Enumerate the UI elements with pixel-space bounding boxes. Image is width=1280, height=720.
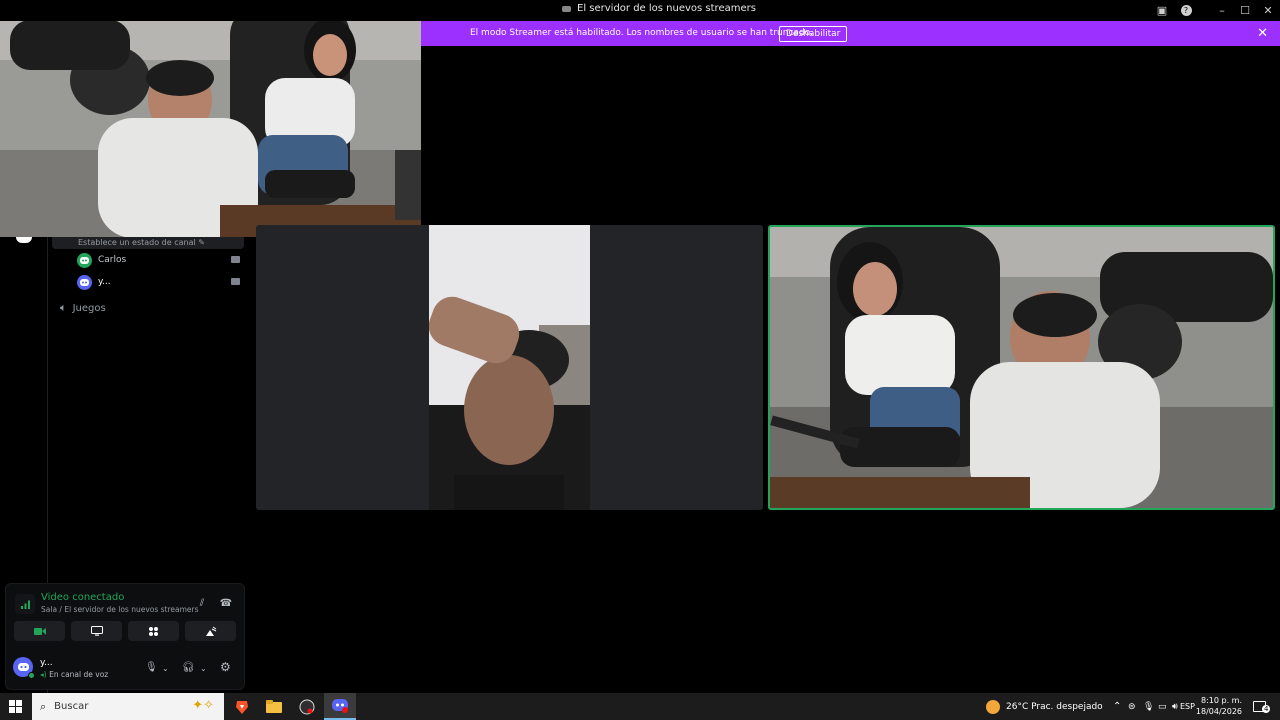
video-camera-icon xyxy=(33,627,46,635)
popout-video-stream[interactable] xyxy=(0,0,421,237)
video-tile-stream-speaking[interactable] xyxy=(768,225,1275,510)
chevron-down-icon[interactable]: ⌄ xyxy=(200,664,207,673)
member-name: y... xyxy=(98,277,111,287)
online-status-dot xyxy=(28,672,35,679)
inbox-icon[interactable]: ▣ xyxy=(1150,0,1174,21)
noise-suppression-icon[interactable]: ⫽ xyxy=(194,596,210,610)
clock-time: 8:10 p. m. xyxy=(1200,696,1242,705)
windows-taskbar: ⌕ Buscar ✦✧ 26°C Prac. despejado ⌃ ⊜ 🎙︎ … xyxy=(0,693,1280,720)
stream-frame xyxy=(770,227,1273,508)
camera-icon xyxy=(231,278,240,285)
maximize-button[interactable]: ☐ xyxy=(1233,0,1257,21)
discord-taskbar-icon[interactable] xyxy=(324,693,356,720)
search-placeholder: Buscar xyxy=(54,701,89,712)
activities-button[interactable] xyxy=(128,621,179,641)
chevron-up-icon[interactable]: ⌃ xyxy=(1113,693,1121,720)
discord-logo-icon xyxy=(17,663,29,671)
camera-icon xyxy=(231,256,240,263)
discord-logo-icon xyxy=(80,278,89,286)
user-camera-feed xyxy=(429,225,590,510)
voice-status-title: Video conectado xyxy=(41,592,125,603)
discord-window: El servidor de los nuevos streamers ▣ ? … xyxy=(0,0,1280,720)
discord-logo-icon xyxy=(80,256,89,264)
microphone-icon[interactable]: 🎙︎ xyxy=(145,662,158,673)
activities-icon xyxy=(149,626,158,636)
weather-text: 26°C Prac. despejado xyxy=(1006,701,1103,712)
popout-video-frame xyxy=(0,0,421,237)
weather-widget[interactable]: 26°C Prac. despejado xyxy=(986,693,1103,720)
system-clock[interactable]: 8:10 p. m. 18/04/2026 xyxy=(1196,695,1242,717)
current-user-state: ◂) En canal de voz xyxy=(40,670,109,679)
meet-now-icon[interactable]: ⊜ xyxy=(1128,693,1136,720)
server-indicator[interactable] xyxy=(16,237,32,243)
pencil-icon: ✎ xyxy=(198,238,205,247)
network-icon[interactable]: ▭ xyxy=(1158,693,1167,720)
channel-status-input[interactable]: Establece un estado de canal ✎ xyxy=(52,237,244,249)
member-name: Carlos xyxy=(98,255,127,265)
close-banner-icon[interactable]: ✕ xyxy=(1257,26,1268,41)
disable-streamer-mode-button[interactable]: Deshabilitar xyxy=(779,26,848,42)
notification-count: 4 xyxy=(1262,705,1271,713)
title-bar: El servidor de los nuevos streamers ▣ ? … xyxy=(0,0,1280,21)
connection-signal-icon[interactable] xyxy=(15,594,35,614)
volume-icon[interactable]: 🔊︎ xyxy=(1172,693,1178,720)
language-indicator[interactable]: ESP xyxy=(1180,693,1195,720)
disconnect-call-icon[interactable]: ☎ xyxy=(218,596,234,610)
brave-browser-icon[interactable] xyxy=(226,693,258,720)
current-user-name[interactable]: y... xyxy=(40,658,53,668)
avatar xyxy=(77,274,92,290)
window-title-group: El servidor de los nuevos streamers xyxy=(562,3,756,14)
avatar xyxy=(77,252,92,268)
server-icon xyxy=(562,5,571,12)
search-highlight-icon: ✦✧ xyxy=(192,698,214,713)
soundboard-icon xyxy=(205,626,216,636)
channel-status-placeholder: Establece un estado de canal xyxy=(78,238,196,247)
start-button[interactable] xyxy=(9,700,22,713)
soundboard-button[interactable] xyxy=(185,621,236,641)
gear-icon[interactable]: ⚙ xyxy=(220,660,231,674)
notification-center[interactable]: 4 xyxy=(1253,693,1271,720)
voice-connection-panel: Video conectado Sala / El servidor de lo… xyxy=(5,583,245,690)
speaker-icon: 🔈︎ xyxy=(60,301,67,314)
file-explorer-icon[interactable] xyxy=(258,693,290,720)
headphones-icon[interactable]: 🎧︎ xyxy=(182,662,195,673)
speaker-icon: ◂) xyxy=(40,670,50,679)
streamer-mode-banner: El modo Streamer está habilitado. Los no… xyxy=(421,21,1280,46)
share-screen-button[interactable] xyxy=(71,621,122,641)
voice-status-subtitle[interactable]: Sala / El servidor de los nuevos streame… xyxy=(41,605,199,614)
voice-member-y[interactable]: y... xyxy=(77,274,242,290)
screen-share-icon xyxy=(90,626,103,636)
close-window-button[interactable]: ✕ xyxy=(1256,0,1280,21)
search-icon: ⌕ xyxy=(40,699,47,713)
minimize-button[interactable]: – xyxy=(1210,0,1234,21)
voice-channel-juegos[interactable]: 🔈︎ Juegos xyxy=(60,301,106,315)
voice-channel-name: Juegos xyxy=(72,302,106,314)
streamer-mode-message: El modo Streamer está habilitado. Los no… xyxy=(470,28,813,38)
camera-toggle-button[interactable] xyxy=(14,621,65,641)
window-title: El servidor de los nuevos streamers xyxy=(577,3,756,14)
microphone-tray-icon[interactable]: 🎙︎ xyxy=(1143,693,1154,720)
camera-frame xyxy=(429,225,590,510)
help-icon[interactable]: ? xyxy=(1174,0,1198,21)
chevron-down-icon[interactable]: ⌄ xyxy=(162,664,169,673)
clock-date: 18/04/2026 xyxy=(1195,707,1242,716)
weather-moon-icon xyxy=(986,699,1000,714)
video-tile-user[interactable] xyxy=(256,225,763,510)
taskbar-search-box[interactable]: ⌕ Buscar ✦✧ xyxy=(32,693,224,720)
voice-member-carlos[interactable]: Carlos xyxy=(77,252,242,268)
obs-studio-icon[interactable] xyxy=(291,693,323,720)
